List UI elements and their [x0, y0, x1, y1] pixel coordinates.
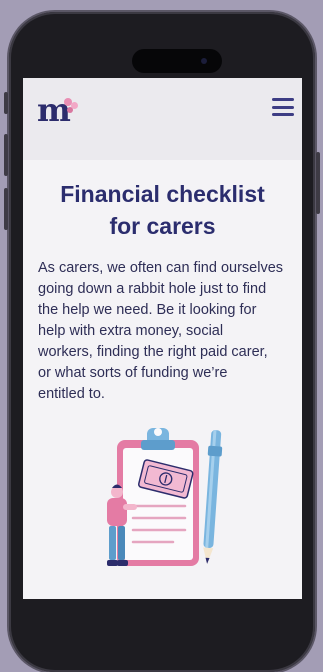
menu-line	[272, 98, 294, 101]
pen-icon	[203, 429, 223, 564]
intro-line: going down a rabbit hole just to find	[38, 281, 267, 297]
title-line: for carers	[109, 213, 216, 239]
intro-line: or what sorts of funding we’re	[38, 365, 228, 381]
phone-volume-down-button	[4, 188, 8, 230]
intro-line: the help we need. Be it looking for	[38, 302, 257, 318]
phone-volume-up-button	[4, 134, 8, 176]
phone-screen: m Financial checklist for carers As care…	[23, 78, 302, 599]
clipboard-clip-base	[141, 440, 175, 450]
site-header: m	[23, 78, 302, 160]
intro-line: entitled to.	[38, 386, 105, 402]
menu-line	[272, 113, 294, 116]
phone-side-button	[4, 92, 8, 114]
site-logo[interactable]: m	[37, 90, 83, 130]
hamburger-menu-icon[interactable]	[272, 98, 294, 116]
title-line: Financial checklist	[60, 181, 265, 207]
logo-dot	[67, 107, 73, 113]
dynamic-island	[132, 49, 222, 73]
front-camera-icon	[201, 58, 207, 64]
menu-line	[272, 105, 294, 109]
intro-line: workers, finding the right paid carer,	[38, 344, 268, 360]
intro-paragraph: As carers, we often can find ourselves g…	[38, 258, 295, 405]
intro-line: help with extra money, social	[38, 323, 224, 339]
intro-line: As carers, we often can find ourselves	[38, 260, 284, 276]
page-title: Financial checklist for carers	[23, 178, 302, 242]
clipboard-money-pen-illustration	[107, 428, 223, 566]
clip-hole	[154, 428, 162, 436]
phone-power-button	[316, 152, 320, 214]
